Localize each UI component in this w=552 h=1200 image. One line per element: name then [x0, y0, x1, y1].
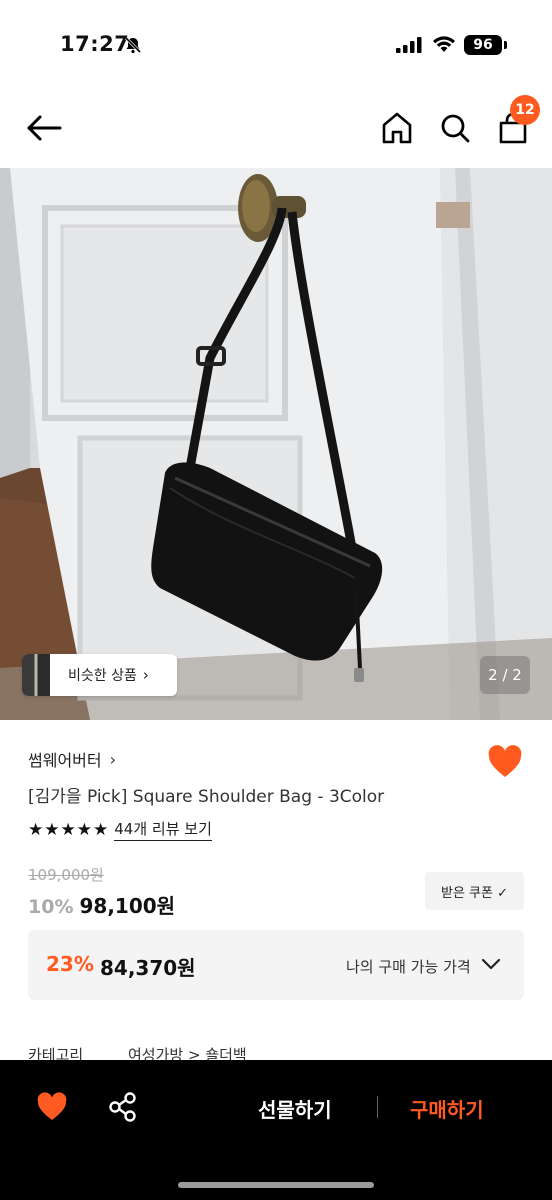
search-icon[interactable]	[438, 110, 472, 146]
received-coupon-button[interactable]: 받은 쿠폰 ✓	[425, 872, 524, 910]
divider	[377, 1096, 378, 1118]
gift-button[interactable]: 선물하기	[258, 1094, 332, 1123]
bell-off-icon	[124, 36, 142, 54]
cart-count-badge: 12	[510, 95, 540, 125]
similar-products-button[interactable]: 비슷한 상품 ›	[22, 654, 177, 696]
sale-price-row: 10% 98,100원	[28, 890, 175, 919]
similar-products-thumbnail	[22, 654, 50, 696]
brand-name: 썸웨어버터	[28, 751, 102, 770]
heart-icon[interactable]	[487, 745, 523, 779]
my-purchase-price-label: 나의 구매 가능 가격	[346, 958, 471, 976]
rating-row: ★ ★ ★ ★ ★ 44개 리뷰 보기	[28, 818, 212, 841]
chevron-right-icon: ›	[109, 749, 117, 769]
home-icon[interactable]	[380, 110, 414, 146]
my-purchase-price: 84,370원	[100, 956, 196, 980]
rating-stars: ★ ★ ★ ★ ★	[28, 820, 108, 840]
similar-products-label: 비슷한 상품	[68, 668, 137, 684]
product-image-gallery[interactable]: 비슷한 상품 › 2 / 2	[0, 168, 552, 720]
top-nav	[0, 90, 552, 168]
chevron-down-icon	[481, 958, 501, 970]
product-title: [김가을 Pick] Square Shoulder Bag - 3Color	[28, 787, 385, 807]
wifi-icon	[433, 36, 455, 52]
star-icon: ★	[93, 819, 109, 840]
status-bar: 17:27 96	[0, 0, 552, 90]
star-icon: ★	[44, 819, 60, 840]
chevron-right-icon: ›	[142, 666, 149, 684]
back-arrow-icon[interactable]	[24, 112, 64, 144]
battery-level: 96	[464, 35, 502, 55]
heart-icon[interactable]	[36, 1092, 68, 1122]
signal-icon	[396, 37, 422, 53]
discount-rate: 10%	[28, 896, 74, 918]
sale-price: 98,100원	[79, 894, 176, 918]
star-icon: ★	[76, 819, 92, 840]
home-indicator	[178, 1182, 374, 1188]
share-icon[interactable]	[108, 1091, 138, 1123]
status-time: 17:27	[60, 32, 130, 56]
product-photo	[0, 168, 552, 720]
buy-button[interactable]: 구매하기	[410, 1094, 484, 1123]
my-discount-rate: 23%	[46, 952, 94, 976]
battery-cap	[504, 41, 507, 49]
original-price: 109,000원	[28, 866, 104, 884]
bottom-action-bar: 선물하기 구매하기	[0, 1060, 552, 1200]
star-icon: ★	[28, 819, 44, 840]
image-page-counter: 2 / 2	[480, 656, 530, 694]
brand-link[interactable]: 썸웨어버터 ›	[28, 747, 116, 771]
star-icon: ★	[60, 819, 76, 840]
my-purchase-price-box[interactable]: 23% 84,370원 나의 구매 가능 가격	[28, 930, 524, 1000]
review-link[interactable]: 44개 리뷰 보기	[114, 818, 212, 841]
